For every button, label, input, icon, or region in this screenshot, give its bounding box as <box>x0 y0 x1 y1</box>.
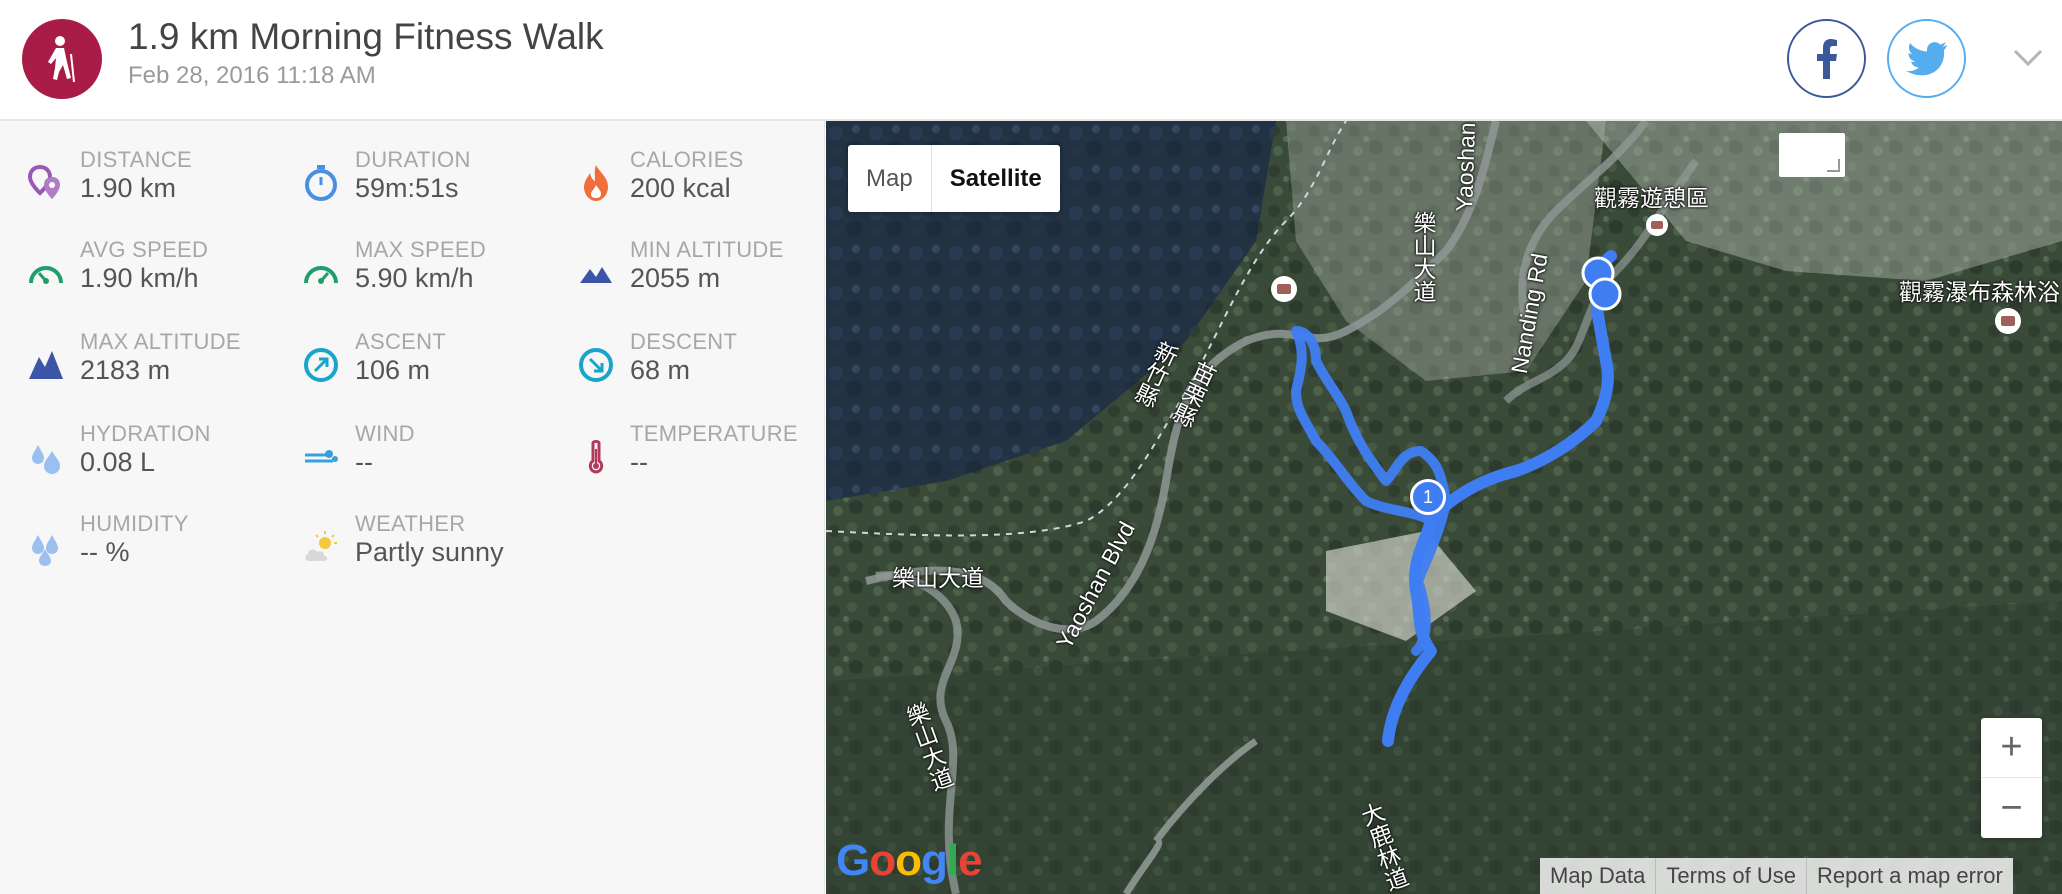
facebook-icon <box>1816 38 1837 79</box>
stat-label: TEMPERATURE <box>630 421 798 446</box>
water-drops-icon <box>24 525 68 569</box>
stat-label: AVG SPEED <box>80 237 209 262</box>
stat-max-altitude: MAX ALTITUDE 2183 m <box>24 329 294 399</box>
map-type-toggle: Map Satellite <box>848 145 1060 212</box>
thermometer-icon <box>574 435 618 479</box>
partly-sunny-icon <box>299 525 343 569</box>
stat-calories: CALORIES 200 kcal <box>574 147 844 217</box>
stat-label: WIND <box>355 421 415 446</box>
stat-label: MAX ALTITUDE <box>80 329 241 354</box>
chevron-down-icon <box>2013 49 2043 67</box>
stat-value: 1.90 km <box>80 173 177 203</box>
map-label-guanwu: 觀霧遊憩區 <box>1594 185 1709 211</box>
speedometer-icon <box>24 251 68 295</box>
mountain-icon <box>24 343 68 387</box>
twitter-share-button[interactable] <box>1887 19 1966 98</box>
fullscreen-button[interactable] <box>1779 133 1845 177</box>
stat-wind: WIND -- <box>299 421 569 491</box>
stat-value: 2055 m <box>630 263 721 293</box>
map-label-guanwu-forest: 觀霧瀑布森林浴 <box>1899 279 2060 305</box>
map-data-link[interactable]: Map Data <box>1540 858 1655 894</box>
stat-label: DESCENT <box>630 329 738 354</box>
stat-value: -- % <box>80 537 130 567</box>
map-type-satellite-button[interactable]: Satellite <box>932 145 1060 212</box>
map-label-yueshan-1: 樂山大道 <box>1410 211 1436 303</box>
route-map[interactable]: 1 Yaoshan Bl 觀霧遊憩區 樂山大道 Nanding Rd 觀霧瀑布森… <box>826 121 2062 894</box>
facebook-share-button[interactable] <box>1787 19 1866 98</box>
stopwatch-icon <box>299 161 343 205</box>
workout-stats-panel: DISTANCE 1.90 km DURATION 59m:51s CALORI… <box>0 121 825 894</box>
stat-humidity: HUMIDITY -- % <box>24 511 294 581</box>
water-drops-icon <box>24 435 68 479</box>
stat-value: -- <box>355 447 373 477</box>
mountain-icon <box>574 251 618 295</box>
stat-value: Partly sunny <box>355 537 504 567</box>
google-logo: Google <box>836 836 983 885</box>
flame-icon <box>574 161 618 205</box>
stat-value: 0.08 L <box>80 447 156 477</box>
fullscreen-icon <box>1827 159 1840 172</box>
stat-temperature: TEMPERATURE -- <box>574 421 844 491</box>
satellite-terrain <box>826 121 2062 894</box>
stat-label: WEATHER <box>355 511 466 536</box>
stat-label: CALORIES <box>630 147 744 172</box>
stat-min-altitude: MIN ALTITUDE 2055 m <box>574 237 844 307</box>
stat-distance: DISTANCE 1.90 km <box>24 147 294 217</box>
ascent-arrow-icon <box>299 343 343 387</box>
stat-label: MAX SPEED <box>355 237 487 262</box>
lap-marker[interactable]: 1 <box>1410 479 1446 515</box>
stat-value: 59m:51s <box>355 173 459 203</box>
stat-label: HUMIDITY <box>80 511 189 536</box>
stat-value: 1.90 km/h <box>80 263 199 293</box>
zoom-in-button[interactable]: + <box>1981 718 2042 778</box>
stat-value: 200 kcal <box>630 173 731 203</box>
walking-activity-icon <box>22 19 102 99</box>
stat-avg-speed: AVG SPEED 1.90 km/h <box>24 237 294 307</box>
stat-label: MIN ALTITUDE <box>630 237 784 262</box>
stat-descent: DESCENT 68 m <box>574 329 844 399</box>
stat-ascent: ASCENT 106 m <box>299 329 569 399</box>
stat-label: HYDRATION <box>80 421 211 446</box>
report-map-error-link[interactable]: Report a map error <box>1805 858 2013 894</box>
expand-menu-button[interactable] <box>2010 40 2046 76</box>
stat-value: 106 m <box>355 355 431 385</box>
descent-arrow-icon <box>574 343 618 387</box>
speedometer-icon <box>299 251 343 295</box>
stat-value: 2183 m <box>80 355 171 385</box>
zoom-out-button[interactable]: − <box>1981 778 2042 838</box>
workout-header: 1.9 km Morning Fitness Walk Feb 28, 2016… <box>0 0 2062 121</box>
stat-label: DISTANCE <box>80 147 193 172</box>
stat-duration: DURATION 59m:51s <box>299 147 569 217</box>
stat-value: 5.90 km/h <box>355 263 474 293</box>
stat-label: DURATION <box>355 147 471 172</box>
stat-max-speed: MAX SPEED 5.90 km/h <box>299 237 569 307</box>
map-label-yueshan-2: 樂山大道 <box>892 565 984 591</box>
page-title: 1.9 km Morning Fitness Walk <box>128 16 604 57</box>
map-footer: Map Data Terms of Use Report a map error <box>1540 858 2013 894</box>
distance-pin-icon <box>24 161 68 205</box>
map-type-map-button[interactable]: Map <box>848 145 932 212</box>
stat-weather: WEATHER Partly sunny <box>299 511 569 581</box>
wind-icon <box>299 435 343 479</box>
zoom-controls: + − <box>1981 718 2042 838</box>
map-label-yaoshan-top: Yaoshan Bl <box>1451 121 1482 212</box>
stat-label: ASCENT <box>355 329 447 354</box>
stat-value: 68 m <box>630 355 691 385</box>
stat-value: -- <box>630 447 648 477</box>
workout-date: Feb 28, 2016 11:18 AM <box>128 62 376 89</box>
terms-of-use-link[interactable]: Terms of Use <box>1655 858 1806 894</box>
stat-hydration: HYDRATION 0.08 L <box>24 421 294 491</box>
twitter-icon <box>1905 41 1947 75</box>
